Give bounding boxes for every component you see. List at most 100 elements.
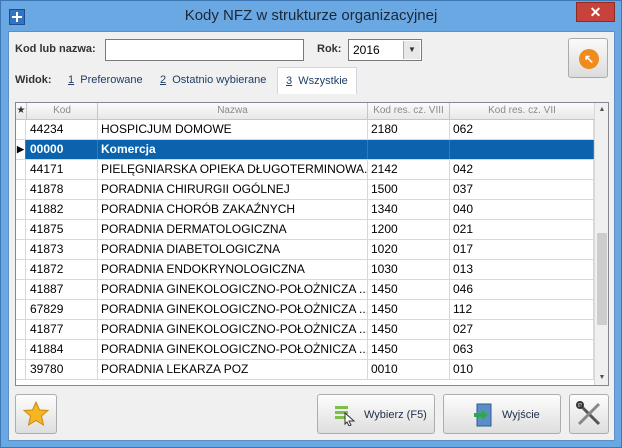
cell-kod-viii: 1030 [368,260,450,279]
cell-kod: 41872 [27,260,98,279]
search-input[interactable] [105,39,304,61]
cell-kod: 00000 [27,140,98,159]
table-row[interactable]: 39780 PORADNIA LEKARZA POZ 0010 010 [16,360,594,380]
cell-kod-vii: 027 [450,320,594,339]
corner-action-button[interactable]: ↖ [568,38,608,78]
year-value: 2016 [353,43,380,57]
cell-kod-vii: 037 [450,180,594,199]
table-row[interactable]: 41872 PORADNIA ENDOKRYNOLOGICZNA 1030 013 [16,260,594,280]
row-indicator [16,340,26,359]
table-row[interactable]: 41875 PORADNIA DERMATOLOGICZNA 1200 021 [16,220,594,240]
table-row[interactable]: 44234 HOSPICJUM DOMOWE 2180 062 [16,120,594,140]
select-list-icon [335,406,356,426]
cell-kod-vii: 010 [450,360,594,379]
cell-kod: 44171 [27,160,98,179]
cell-kod: 41887 [27,280,98,299]
settings-button[interactable] [569,394,609,434]
table-row[interactable]: 41878 PORADNIA CHIRURGII OGÓLNEJ 1500 037 [16,180,594,200]
header-nazwa[interactable]: Nazwa [98,103,368,119]
cell-kod-viii: 2142 [368,160,450,179]
scroll-down-icon[interactable]: ▼ [595,371,608,385]
table-row[interactable]: 41882 PORADNIA CHORÓB ZAKAŹNYCH 1340 040 [16,200,594,220]
cell-kod-vii: 021 [450,220,594,239]
cell-kod-vii: 013 [450,260,594,279]
row-indicator [16,320,26,339]
table-row[interactable]: 41887 PORADNIA GINEKOLOGICZNO-POŁOŻNICZA … [16,280,594,300]
year-select[interactable]: 2016 ▼ [348,39,422,61]
header-marker: ★ [16,103,27,119]
cell-kod: 44234 [27,120,98,139]
header-kod[interactable]: Kod [27,103,98,119]
cell-kod: 41878 [27,180,98,199]
table-row[interactable]: 41884 PORADNIA GINEKOLOGICZNO-POŁOŻNICZA … [16,340,594,360]
cell-kod: 39780 [27,360,98,379]
header-kod-viii[interactable]: Kod res. cz. VIII [368,103,450,119]
row-indicator [16,200,26,219]
wyjscie-button[interactable]: Wyjście [443,394,561,434]
row-indicator [16,260,26,279]
cell-kod: 41877 [27,320,98,339]
row-indicator [16,240,26,259]
row-indicator [16,160,26,179]
cell-nazwa: HOSPICJUM DOMOWE [98,120,368,139]
scroll-thumb[interactable] [597,233,607,325]
cell-kod-viii: 1020 [368,240,450,259]
cell-nazwa: Komercja [98,140,368,159]
star-icon [23,401,49,427]
row-indicator [16,300,26,319]
cell-nazwa: PORADNIA GINEKOLOGICZNO-POŁOŻNICZA ... [98,340,368,359]
dialog-body: Kod lub nazwa: Rok: 2016 ▼ ↖ Widok: 1 Pr… [8,31,615,441]
cell-kod-vii: 062 [450,120,594,139]
row-indicator [16,280,26,299]
codes-grid[interactable]: ★ Kod Nazwa Kod res. cz. VIII Kod res. c… [15,102,609,386]
vertical-scrollbar[interactable]: ▲ ▼ [594,103,608,385]
dialog-window: Kody NFZ w strukturze organizacyjnej ✕ K… [0,0,622,448]
cell-nazwa: PORADNIA GINEKOLOGICZNO-POŁOŻNICZA ... [98,280,368,299]
cell-kod-viii: 1450 [368,320,450,339]
cell-kod: 41873 [27,240,98,259]
cell-kod-viii: 1200 [368,220,450,239]
cell-kod-vii: 040 [450,200,594,219]
wyjscie-label: Wyjście [502,409,540,421]
cell-nazwa: PORADNIA CHIRURGII OGÓLNEJ [98,180,368,199]
wybierz-label: Wybierz (F5) [364,409,427,421]
cell-nazwa: PORADNIA ENDOKRYNOLOGICZNA [98,260,368,279]
header-kod-vii[interactable]: Kod res. cz. VII [450,103,594,119]
table-row[interactable]: 41877 PORADNIA GINEKOLOGICZNO-POŁOŻNICZA … [16,320,594,340]
cell-nazwa: PORADNIA DERMATOLOGICZNA [98,220,368,239]
cell-nazwa: PORADNIA GINEKOLOGICZNO-POŁOŻNICZA ... [98,320,368,339]
cell-kod-viii: 1450 [368,280,450,299]
tab-preferowane[interactable]: 1 Preferowane [68,67,143,93]
view-label: Widok: [15,74,52,86]
cell-nazwa: PORADNIA GINEKOLOGICZNO-POŁOŻNICZA ... [98,300,368,319]
cell-kod-vii: 017 [450,240,594,259]
table-row[interactable]: 44171 PIELĘGNIARSKA OPIEKA DŁUGOTERMINOWA… [16,160,594,180]
cell-nazwa: PORADNIA LEKARZA POZ [98,360,368,379]
cell-kod: 41884 [27,340,98,359]
cell-kod-vii: 046 [450,280,594,299]
title-bar[interactable]: Kody NFZ w strukturze organizacyjnej ✕ [1,1,621,31]
grid-header: ★ Kod Nazwa Kod res. cz. VIII Kod res. c… [16,103,594,120]
tab-wszystkie[interactable]: 3 Wszystkie [277,67,357,94]
close-button[interactable]: ✕ [576,2,615,22]
scroll-up-icon[interactable]: ▲ [595,103,608,117]
table-row[interactable]: 41873 PORADNIA DIABETOLOGICZNA 1020 017 [16,240,594,260]
wybierz-button[interactable]: Wybierz (F5) [317,394,435,434]
cell-kod-viii: 1450 [368,300,450,319]
table-row[interactable]: 67829 PORADNIA GINEKOLOGICZNO-POŁOŻNICZA … [16,300,594,320]
table-row[interactable]: ▶ 00000 Komercja [16,140,594,160]
exit-door-icon [474,403,492,427]
favorites-button[interactable] [15,394,57,434]
cell-kod: 67829 [27,300,98,319]
cell-kod-viii: 1500 [368,180,450,199]
chevron-down-icon[interactable]: ▼ [403,41,420,59]
cell-kod-viii: 1450 [368,340,450,359]
cell-nazwa: PIELĘGNIARSKA OPIEKA DŁUGOTERMINOWA... [98,160,368,179]
cell-nazwa: PORADNIA CHORÓB ZAKAŹNYCH [98,200,368,219]
tab-ostatnio-wybierane[interactable]: 2 Ostatnio wybierane [160,67,266,93]
year-label: Rok: [317,43,342,55]
cell-kod-viii [368,140,450,159]
row-indicator: ▶ [16,140,26,159]
row-indicator [16,180,26,199]
cell-kod-viii: 1340 [368,200,450,219]
